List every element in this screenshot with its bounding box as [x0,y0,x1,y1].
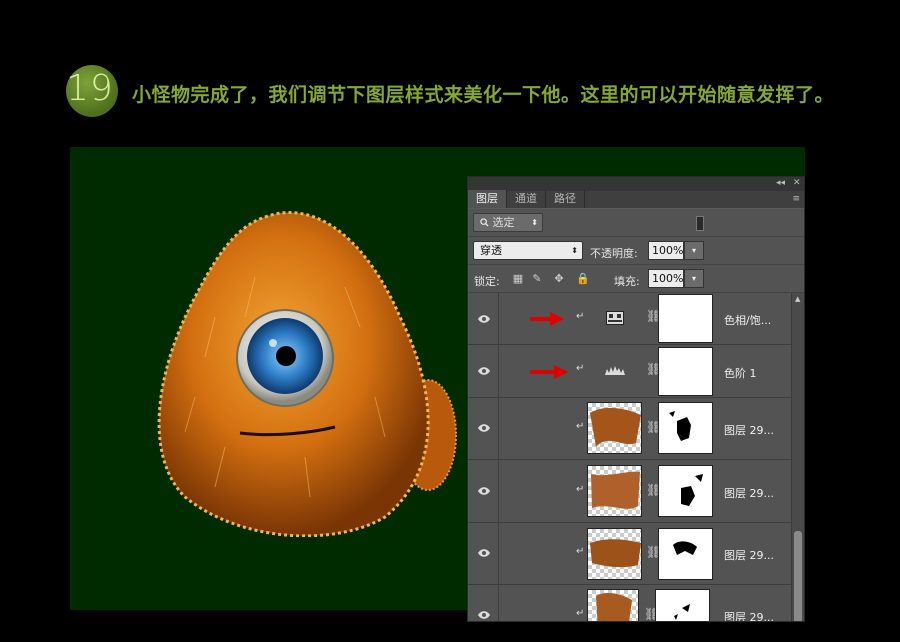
layer-row[interactable]: ↵ ⛓ 色相/饱... [468,293,792,345]
filter-toggle-switch[interactable] [696,216,704,231]
layer-thumbnail[interactable] [587,589,639,621]
lock-brush-icon[interactable]: ✎ [531,273,543,285]
visibility-column [468,293,499,344]
updown-icon: ⬍ [571,246,578,255]
hue-saturation-icon [606,311,624,325]
layers-panel: ◂◂ ✕ 图层 通道 路径 ≡ 选定 ⬍ 穿透 ⬍ 不透明度: 100% ▾ 锁… [467,176,805,622]
fill-dropdown[interactable]: ▾ [684,269,704,288]
visibility-column [468,585,499,621]
opacity-label: 不透明度: [590,247,638,260]
clipping-arrow-icon: ↵ [576,421,585,432]
red-arrow-icon [530,312,564,326]
eye-icon[interactable] [477,548,491,558]
scrollbar-thumb[interactable] [794,531,802,621]
layer-thumbnail[interactable] [587,465,642,517]
clipping-arrow-icon: ↵ [576,311,585,322]
mask-shape-image [674,604,690,620]
search-icon [480,218,489,227]
clipping-arrow-icon: ↵ [576,484,585,495]
layer-name[interactable]: 图层 29... [724,485,774,501]
layer-mask-thumbnail[interactable] [658,402,713,454]
step-number: 19 [66,68,114,109]
scroll-up-icon[interactable]: ▲ [795,295,800,303]
panel-menu-icon[interactable]: ≡ [792,194,800,204]
step-instruction-text: 小怪物完成了，我们调节下图层样式来美化一下他。这里的可以开始随意发挥了。 [132,84,835,106]
fur-patch-image [590,407,641,447]
layer-thumbnail[interactable] [587,402,642,454]
layer-name[interactable]: 色阶 1 [724,365,757,381]
layer-name[interactable]: 色相/饱... [724,312,771,328]
layer-thumbnail[interactable] [587,528,642,580]
layer-mask-thumbnail[interactable] [658,465,713,517]
eye-icon[interactable] [477,486,491,496]
tab-channels[interactable]: 通道 [507,190,546,208]
layer-row[interactable]: ↵ ⛓ 图层 29... [468,460,792,523]
layer-filter-label: 选定 [492,216,515,229]
blend-mode-select[interactable]: 穿透 ⬍ [473,241,583,260]
layer-mask-thumbnail[interactable] [658,294,713,343]
fill-input[interactable]: 100% [648,269,684,288]
fur-patch-image [596,593,632,621]
layer-row[interactable]: ↵ ⛓ 图层 29... [468,585,792,621]
clipping-arrow-icon: ↵ [576,608,585,619]
layer-mask-thumbnail[interactable] [655,589,710,621]
mask-shape-image [669,411,691,441]
layer-name[interactable]: 图层 29... [724,422,774,438]
visibility-column [468,523,499,584]
lock-transparency-icon[interactable]: ▦ [512,273,524,285]
clipping-arrow-icon: ↵ [576,363,585,374]
tab-layers[interactable]: 图层 [468,190,507,208]
panel-tabs: 图层 通道 路径 ≡ [468,190,804,209]
levels-histogram-icon [605,366,625,375]
layer-scrollbar[interactable]: ▲ [791,293,804,621]
lock-label: 锁定: [474,275,500,288]
layer-list: ↵ ⛓ 色相/饱... ↵ ⛓ 色阶 1 ↵ ⛓ 图层 29... ↵ ⛓ 图层… [468,293,792,621]
layer-filter-row: 选定 ⬍ [468,209,804,237]
close-icon[interactable]: ✕ [793,178,801,188]
layer-row[interactable]: ↵ ⛓ 图层 29... [468,523,792,585]
visibility-column [468,460,499,522]
fur-patch-image [591,471,640,509]
layer-filter-select[interactable]: 选定 ⬍ [473,213,543,232]
fur-monster-illustration [157,211,457,537]
layer-mask-thumbnail[interactable] [658,528,713,580]
eye-icon[interactable] [477,423,491,433]
mask-shape-image [681,474,703,506]
collapse-icon[interactable]: ◂◂ [776,178,785,188]
lock-move-icon[interactable]: ✥ [553,273,565,285]
tab-paths[interactable]: 路径 [546,190,585,208]
updown-icon: ⬍ [531,218,538,227]
mask-shape-image [673,541,697,555]
red-arrow-icon [530,365,568,379]
layer-row[interactable]: ↵ ⛓ 图层 29... [468,398,792,460]
fur-patch-image [590,539,641,568]
lock-fill-row: 锁定: ▦ ✎ ✥ 🔒 填充: 100% ▾ [468,265,804,293]
lock-all-icon[interactable]: 🔒 [576,273,590,285]
eye-icon[interactable] [477,366,491,376]
fill-label: 填充: [614,275,640,288]
opacity-dropdown[interactable]: ▾ [684,241,704,260]
opacity-input[interactable]: 100% [648,241,684,260]
clipping-arrow-icon: ↵ [576,546,585,557]
panel-titlebar: ◂◂ ✕ [468,177,804,191]
layer-row[interactable]: ↵ ⛓ 色阶 1 [468,345,792,398]
layer-name[interactable]: 图层 29... [724,547,774,563]
visibility-column [468,345,499,397]
layer-mask-thumbnail[interactable] [658,347,713,396]
visibility-column [468,398,499,459]
eye-icon[interactable] [477,314,491,324]
eye-icon[interactable] [477,610,491,620]
blend-opacity-row: 穿透 ⬍ 不透明度: 100% ▾ [468,237,804,265]
layer-name[interactable]: 图层 29... [724,609,774,621]
blend-mode-value: 穿透 [480,244,502,257]
